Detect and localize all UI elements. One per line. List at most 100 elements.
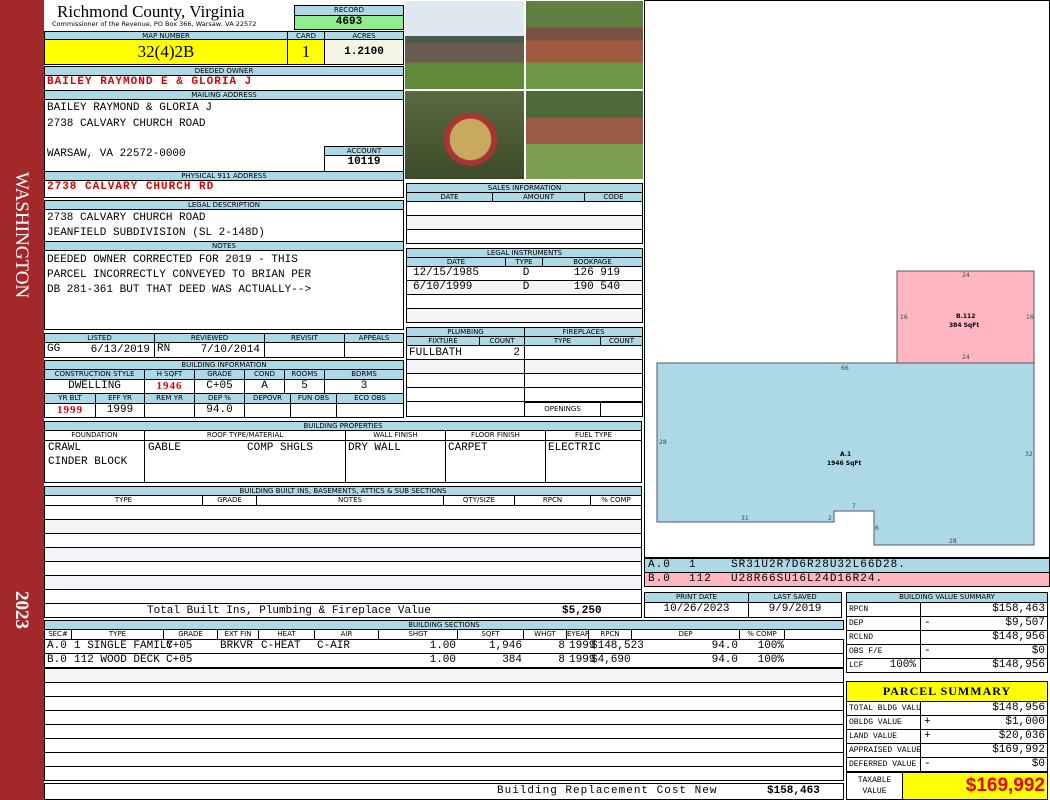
summary-value: $0 <box>920 757 1048 772</box>
summary-operator: + <box>924 716 931 728</box>
bi-value <box>290 403 337 418</box>
empty-section-row <box>44 752 844 767</box>
bi-value: 3 <box>324 379 404 394</box>
reviewed-by: RN <box>157 343 171 355</box>
owner-name: BAILEY RAYMOND E & GLORIA J <box>44 75 404 91</box>
reviewed-cell: RN 7/10/2014 <box>154 342 265 358</box>
account-number: 10119 <box>324 155 404 172</box>
section-cell: A.0 <box>47 640 67 652</box>
replacement-label: Building Replacement Cost New <box>497 785 718 797</box>
builtins-row <box>44 561 642 576</box>
dim: 31 <box>741 515 749 522</box>
bi-value: A <box>244 379 285 394</box>
empty-section-row <box>44 682 844 697</box>
taxable-value-label: TAXABLE VALUE <box>846 772 903 800</box>
sketch-code-row: B.0 112 U28R66SU16L24D16R24. <box>644 572 1050 587</box>
fireplace-row <box>524 387 643 402</box>
record-number: 4693 <box>294 15 404 30</box>
dim: 7 <box>852 503 856 510</box>
summary-value: $1,000 <box>920 715 1048 730</box>
dim: 16 <box>1026 314 1034 321</box>
property-value: CINDER BLOCK <box>48 456 128 468</box>
builtins-row <box>44 547 642 562</box>
legal-line: 2738 CALVARY CHURCH ROAD <box>47 212 206 224</box>
section-cell: 8 <box>558 640 565 652</box>
dim: 6 <box>875 525 879 532</box>
legal-description: 2738 CALVARY CHURCH ROAD JEANFIELD SUBDI… <box>44 209 404 242</box>
mailing-line: 2738 CALVARY CHURCH ROAD <box>47 118 206 130</box>
dim: 16 <box>900 314 908 321</box>
summary-value: $20,036 <box>920 729 1048 744</box>
openings-label: OPENINGS <box>524 402 601 417</box>
dim: 2 <box>828 515 832 522</box>
taxable-value: $169,992 <box>902 772 1048 800</box>
dim: 66 <box>841 365 849 372</box>
county-title: Richmond County, Virginia <box>57 2 245 21</box>
instrument-row: 12/15/1985 D 126 919 <box>406 266 643 281</box>
building-sketch[interactable]: 24 24 16 16 66 28 32 31 2 7 6 28 B.112 3… <box>644 0 1050 558</box>
dim: 28 <box>659 439 667 446</box>
bi-value <box>244 403 291 418</box>
empty-section-row <box>44 724 844 739</box>
summary-label: TOTAL BLDG VALUE <box>846 701 921 716</box>
house-photo-rear[interactable] <box>525 90 644 180</box>
map-number: 32(4)2B <box>44 39 288 65</box>
section-cell: C-HEAT <box>261 640 301 652</box>
bi-value: 1999 <box>44 403 96 418</box>
section-cell: 94.0 <box>711 654 738 666</box>
empty-section-row <box>44 710 844 725</box>
section-b-area: 384 SqFt <box>949 322 979 329</box>
sales-row <box>406 215 643 230</box>
section-cell: 1,946 <box>488 640 522 652</box>
summary-value: $148,956 <box>920 658 1048 673</box>
physical-address: 2738 CALVARY CHURCH RD <box>44 180 404 198</box>
builtins-row <box>44 519 642 534</box>
sales-row <box>406 229 643 244</box>
summary-value: $9,507 <box>920 616 1048 631</box>
builtins-total-label: Total Built Ins, Plumbing & Fireplace Va… <box>147 605 431 617</box>
listed-cell: GG 6/13/2019 <box>44 342 155 358</box>
summary-label: DEFERRED VALUE <box>846 757 921 772</box>
section-row: A.0 1 SINGLE FAMILY C+05 BRKVR C-HEAT C-AIR 1.… <box>44 639 844 654</box>
listed-date: 6/13/2019 <box>90 344 150 356</box>
builtins-row <box>44 533 642 548</box>
builtins-row <box>44 575 642 590</box>
parcel-summary-label: PARCEL SUMMARY <box>846 681 1048 702</box>
mailing-line: BAILEY RAYMOND & GLORIA J <box>47 102 213 114</box>
summary-operator <box>922 659 936 672</box>
bi-value: 94.0 <box>194 403 245 418</box>
dim: 28 <box>949 538 957 545</box>
instrument-row <box>406 308 643 323</box>
summary-label: OBLDG VALUE <box>846 715 921 730</box>
plumbing-row <box>406 359 525 374</box>
section-cell: C+05 <box>166 640 193 652</box>
section-cell: $4,690 <box>591 654 631 666</box>
section-cell: 8 <box>558 654 565 666</box>
house-photo-front[interactable] <box>404 0 525 90</box>
house-photo-side[interactable] <box>525 0 644 90</box>
fireplace-row <box>524 359 643 374</box>
section-cell: C+05 <box>166 654 193 666</box>
shed-photo[interactable] <box>404 90 525 180</box>
sketch-code: U28R66SU16L24D16R24. <box>731 573 884 585</box>
dim: 24 <box>962 272 970 279</box>
section-row: B.0 112 WOOD DECK C+05 1.00 384 8 1999 $4,690 94… <box>44 653 844 668</box>
summary-operator <box>922 603 936 616</box>
fireplace-row <box>524 373 643 388</box>
dim: 24 <box>962 354 970 361</box>
mailing-line: WARSAW, VA 22572-0000 <box>47 148 186 160</box>
bi-value <box>144 403 195 418</box>
plumbing-row <box>406 373 525 388</box>
summary-operator: - <box>924 758 931 770</box>
summary-value: $158,463 <box>920 602 1048 617</box>
summary-operator <box>922 702 936 715</box>
sketch-code: 112 <box>689 573 712 585</box>
instrument-row <box>406 294 643 309</box>
notes: DEEDED OWNER CORRECTED FOR 2019 - THIS P… <box>44 250 404 330</box>
section-cell: 1999 <box>569 640 596 652</box>
bi-value: C+05 <box>194 379 245 394</box>
sketch-code-row: A.0 1 SR31U2R7D6R28U32L66D28. <box>644 558 1050 573</box>
last-saved: 9/9/2019 <box>748 602 842 618</box>
section-a-label: A.1 <box>840 451 851 458</box>
sales-row <box>406 201 643 216</box>
